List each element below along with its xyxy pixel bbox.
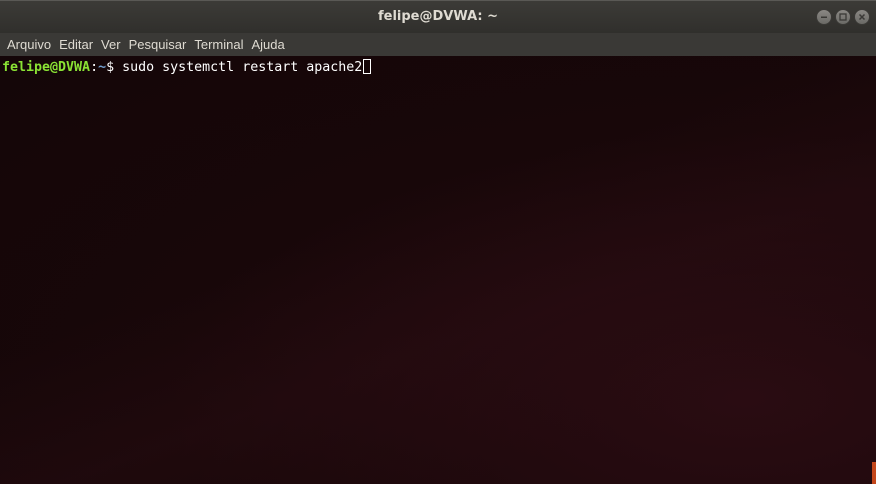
- menu-terminal[interactable]: Terminal: [190, 33, 247, 56]
- menu-bar: Arquivo Editar Ver Pesquisar Terminal Aj…: [0, 33, 876, 56]
- close-button[interactable]: [854, 9, 870, 25]
- terminal-window: felipe@DVWA: ~ Arquivo Editar Ver Pesqui…: [0, 0, 876, 484]
- title-bar[interactable]: felipe@DVWA: ~: [0, 0, 876, 33]
- prompt-path: ~: [98, 60, 107, 75]
- corner-accent: [872, 462, 876, 484]
- minimize-button[interactable]: [816, 9, 832, 25]
- prompt-user-host: felipe@DVWA: [2, 60, 91, 75]
- minimize-icon: [821, 16, 827, 18]
- maximize-button[interactable]: [835, 9, 851, 25]
- terminal-command-line: felipe@DVWA:~$ sudo systemctl restart ap…: [2, 59, 372, 76]
- prompt-separator: :: [90, 60, 99, 75]
- prompt-symbol: $: [106, 60, 123, 75]
- menu-editar[interactable]: Editar: [55, 33, 97, 56]
- typed-command: sudo systemctl restart apache2: [122, 60, 363, 75]
- menu-pesquisar[interactable]: Pesquisar: [125, 33, 191, 56]
- terminal-area[interactable]: felipe@DVWA:~$ sudo systemctl restart ap…: [0, 56, 876, 484]
- close-icon: [858, 13, 866, 21]
- menu-ajuda[interactable]: Ajuda: [248, 33, 289, 56]
- menu-arquivo[interactable]: Arquivo: [3, 33, 55, 56]
- menu-ver[interactable]: Ver: [97, 33, 125, 56]
- window-controls: [816, 9, 870, 25]
- maximize-icon: [839, 13, 847, 21]
- window-title: felipe@DVWA: ~: [377, 9, 499, 24]
- text-cursor: [363, 59, 372, 74]
